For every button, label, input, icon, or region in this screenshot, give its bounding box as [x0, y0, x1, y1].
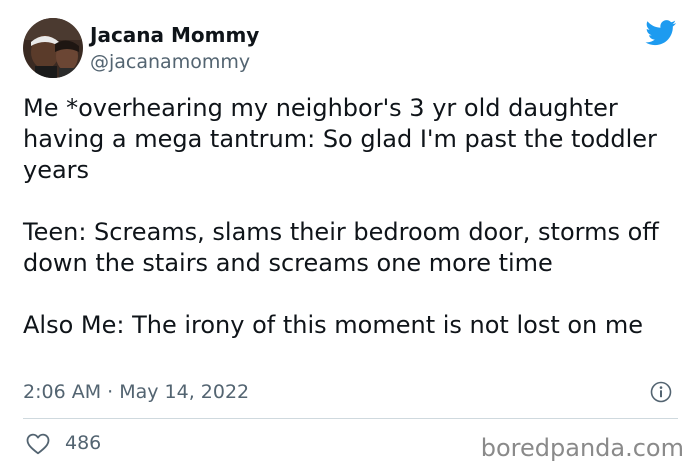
info-icon[interactable] — [650, 381, 672, 403]
heart-icon[interactable] — [26, 433, 50, 455]
twitter-bird-icon[interactable] — [645, 20, 677, 46]
tweet-paragraph: Also Me: The irony of this moment is not… — [23, 311, 644, 339]
avatar[interactable] — [23, 18, 83, 78]
like-count[interactable]: 486 — [65, 430, 101, 456]
tweet-text: Me *overhearing my neighbor's 3 yr old d… — [23, 93, 683, 341]
tweet-card: Jacana Mommy @jacanamommy Me *overhearin… — [0, 0, 700, 471]
avatar-image — [23, 18, 83, 78]
author-handle[interactable]: @jacanamommy — [90, 49, 250, 75]
author-display-name[interactable]: Jacana Mommy — [90, 22, 259, 48]
tweet-timestamp[interactable]: 2:06 AM · May 14, 2022 — [23, 379, 249, 405]
watermark: boredpanda.com — [480, 434, 684, 462]
divider — [23, 418, 678, 419]
tweet-paragraph: Teen: Screams, slams their bedroom door,… — [23, 218, 659, 277]
tweet-paragraph: Me *overhearing my neighbor's 3 yr old d… — [23, 94, 657, 184]
